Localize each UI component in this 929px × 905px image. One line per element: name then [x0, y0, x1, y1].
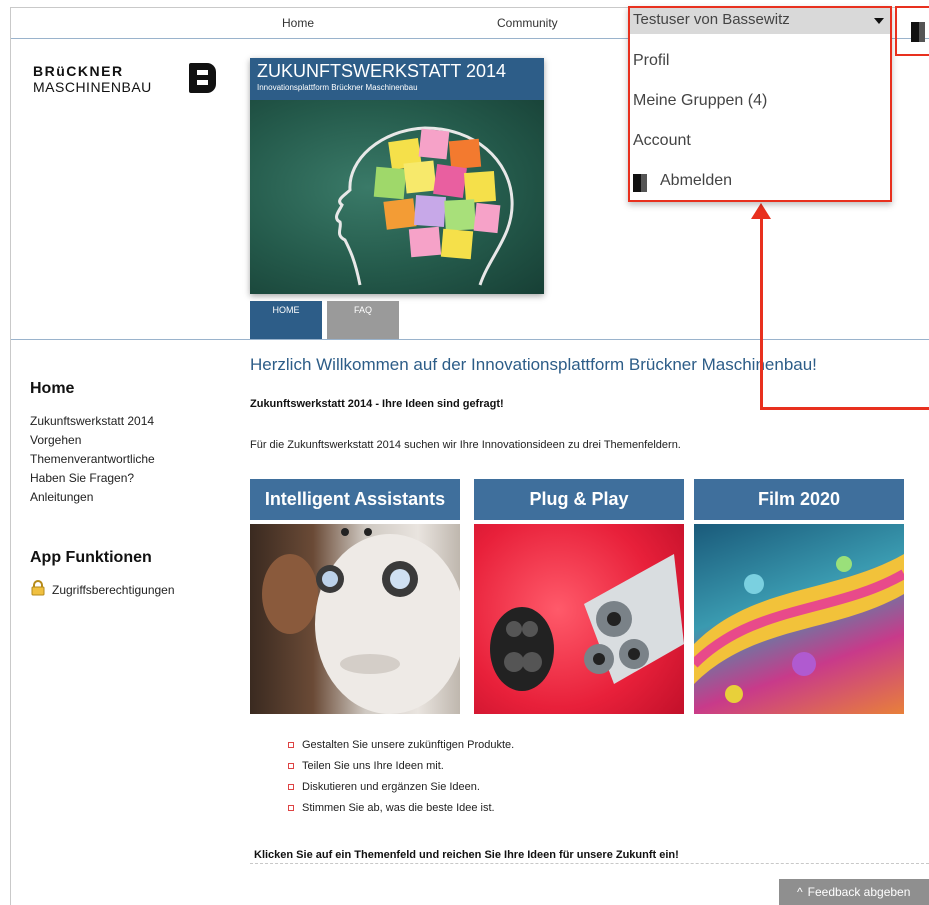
card-title: Plug & Play	[474, 479, 684, 520]
card-title: Intelligent Assistants	[250, 479, 460, 520]
logo-line-1: BRüCKNER	[33, 63, 124, 79]
cta-text: Klicken Sie auf ein Themenfeld und reich…	[254, 849, 679, 861]
list-item: Diskutieren und ergänzen Sie Ideen.	[288, 781, 480, 793]
sidebar-item-zukunftswerkstatt[interactable]: Zukunftswerkstatt 2014	[30, 414, 154, 428]
lock-icon	[30, 580, 46, 596]
hero-banner: ZUKUNFTSWERKSTATT 2014 Innovationsplattf…	[250, 58, 544, 294]
user-name: Testuser von Bassewitz	[633, 11, 790, 28]
menu-item-profil[interactable]: Profil	[633, 52, 669, 70]
banner-subtitle: Innovationsplattform Brückner Maschinenb…	[257, 83, 418, 92]
logout-icon[interactable]	[911, 22, 925, 42]
annotation-arrow-head	[751, 203, 771, 219]
content-divider	[11, 339, 929, 340]
logo-line-2: MASCHINENBAU	[33, 79, 152, 95]
list-item: Gestalten Sie unsere zukünftigen Produkt…	[288, 739, 514, 751]
sidebar-item-fragen[interactable]: Haben Sie Fragen?	[30, 471, 134, 485]
intro-text: Für die Zukunftswerkstatt 2014 suchen wi…	[250, 439, 681, 451]
card-intelligent-assistants[interactable]: Intelligent Assistants	[250, 479, 460, 714]
company-logo[interactable]: BRüCKNER MASCHINENBAU	[33, 63, 218, 95]
banner-title: ZUKUNFTSWERKSTATT 2014	[257, 61, 507, 81]
brueckner-b-logo-icon	[189, 63, 216, 93]
user-menu-toggle[interactable]: Testuser von Bassewitz	[630, 8, 890, 34]
banner-header: ZUKUNFTSWERKSTATT 2014 Innovationsplattf…	[250, 58, 544, 100]
door-exit-icon	[633, 174, 647, 192]
sidebar-item-zugriffsberechtigungen[interactable]: Zugriffsberechtigungen	[52, 583, 175, 597]
sidebar-item-themenverantwortliche[interactable]: Themenverantwortliche	[30, 452, 155, 466]
card-plug-and-play[interactable]: Plug & Play	[474, 479, 684, 714]
sidebar-home-heading: Home	[30, 380, 75, 397]
robot-image	[250, 524, 460, 714]
menu-item-abmelden[interactable]: Abmelden	[660, 172, 732, 190]
list-item: Stimmen Sie ab, was die beste Idee ist.	[288, 802, 495, 814]
card-film-2020[interactable]: Film 2020	[694, 479, 904, 714]
tab-home[interactable]: HOME	[250, 301, 322, 339]
list-item: Teilen Sie uns Ihre Ideen mit.	[288, 760, 444, 772]
page-title: Herzlich Willkommen auf der Innovationsp…	[250, 355, 817, 374]
user-dropdown-menu: Testuser von Bassewitz Profil Meine Grup…	[628, 6, 892, 202]
feedback-label: Feedback abgeben	[807, 885, 911, 899]
sidebar-item-anleitungen[interactable]: Anleitungen	[30, 490, 93, 504]
chevron-up-icon: ^	[797, 885, 803, 899]
annotation-arrow-vertical	[760, 214, 763, 410]
menu-item-account[interactable]: Account	[633, 132, 691, 150]
membrane-image	[694, 524, 904, 714]
topnav-home-link[interactable]: Home	[282, 16, 314, 30]
sidebar-item-vorgehen[interactable]: Vorgehen	[30, 433, 81, 447]
ev-plug-image	[474, 524, 684, 714]
feedback-button[interactable]: ^ Feedback abgeben	[779, 879, 929, 905]
bottom-divider	[250, 863, 929, 864]
caret-down-icon	[874, 18, 884, 24]
annotation-arrow-horizontal	[760, 407, 929, 410]
sidebar-app-heading: App Funktionen	[30, 549, 152, 566]
card-title: Film 2020	[694, 479, 904, 520]
menu-item-meine-gruppen[interactable]: Meine Gruppen (4)	[633, 92, 767, 110]
tab-faq[interactable]: FAQ	[327, 301, 399, 339]
topnav-community-link[interactable]: Community	[497, 16, 558, 30]
page-subtitle: Zukunftswerkstatt 2014 - Ihre Ideen sind…	[250, 398, 504, 410]
logout-highlight-box	[895, 6, 929, 56]
brain-ideas-image	[250, 100, 544, 294]
